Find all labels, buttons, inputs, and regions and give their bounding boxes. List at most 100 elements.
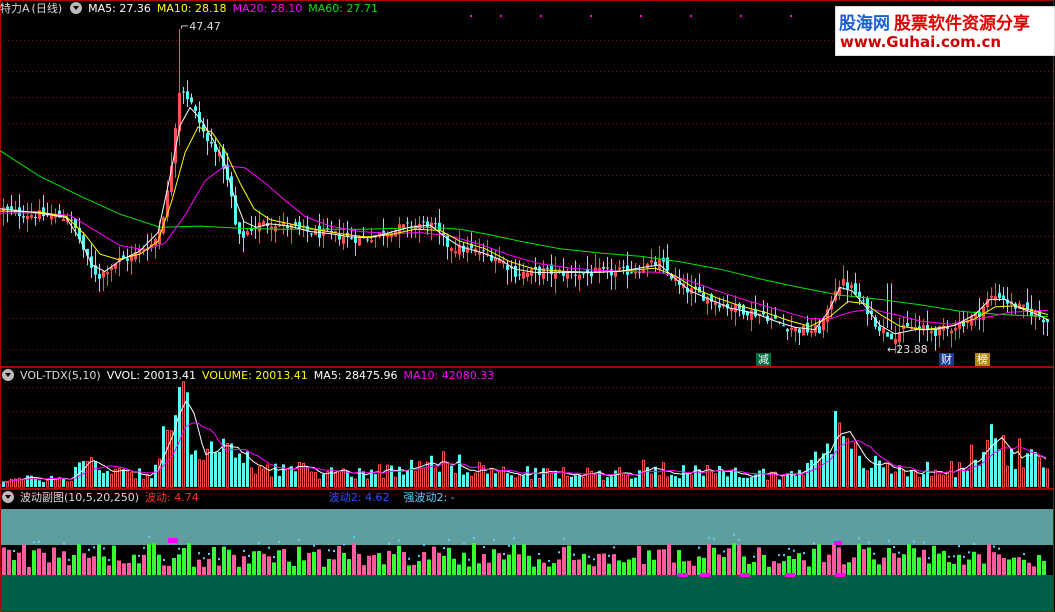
volume-bar-up	[894, 471, 897, 488]
volume-bar-up	[802, 475, 805, 488]
wave-marker	[740, 573, 750, 577]
wave-dot	[68, 558, 70, 561]
wave-bar	[962, 564, 966, 575]
volume-bar-down	[106, 471, 109, 487]
volume-bar-down	[1010, 448, 1013, 487]
volume-bar-up	[950, 461, 953, 488]
volume-bar-down	[154, 464, 157, 487]
candle-body-down	[818, 326, 821, 334]
wave-bar	[297, 546, 301, 575]
volume-bar-down	[522, 475, 525, 487]
wave-bar	[487, 562, 491, 575]
wave-bar	[492, 549, 496, 575]
volume-bar-down	[922, 474, 925, 487]
volume-bar-down	[554, 470, 557, 487]
candle-body-down	[182, 91, 185, 93]
wave-bar	[957, 554, 961, 575]
dropdown-triangle-icon[interactable]	[2, 369, 14, 381]
wave-bar	[572, 560, 576, 575]
wave-bar	[1042, 560, 1046, 575]
period-label[interactable]: (日线)	[32, 2, 63, 15]
wave-bar	[937, 553, 941, 575]
candle-body-down	[206, 133, 209, 142]
volume-bar-down	[798, 469, 801, 487]
candle-body-down	[854, 283, 857, 295]
volume-bar-down	[654, 466, 657, 487]
signal-dot	[540, 15, 542, 17]
wave-dot	[548, 559, 550, 562]
wave-bar	[222, 546, 226, 575]
wave-bar	[367, 555, 371, 575]
signal-dot	[740, 15, 742, 17]
wave-dot	[388, 542, 390, 545]
price-panel: 特力A (日线) MA5: 27.36 MA10: 28.18 MA20: 28.10 M…	[0, 0, 1055, 367]
volume-bar-up	[594, 474, 597, 488]
wave-bar	[952, 563, 956, 575]
volume-bar-down	[186, 392, 189, 487]
wave-bar	[72, 555, 76, 575]
candle-body-down	[446, 235, 449, 247]
tag-ranking[interactable]: 榜	[975, 353, 990, 366]
wave-marker	[678, 573, 688, 577]
volume-bar-up	[498, 471, 501, 488]
wave-dot	[203, 557, 205, 560]
wave-chart[interactable]	[0, 489, 1055, 612]
volume-bar-up	[354, 478, 357, 488]
volume-bar-down	[810, 459, 813, 487]
tag-reduce[interactable]: 减	[756, 353, 771, 366]
wave-bar	[867, 547, 871, 575]
volume-bar-up	[70, 480, 73, 488]
volume-bar-up	[938, 474, 941, 488]
volume-bar-down	[870, 467, 873, 487]
volume-bar-up	[550, 472, 553, 488]
wave-bar	[97, 544, 101, 575]
wave-dot	[893, 545, 895, 548]
volume-bar-up	[1046, 468, 1049, 488]
wave-bar	[997, 554, 1001, 575]
wave-bar	[422, 551, 426, 575]
wave-bar	[482, 554, 486, 575]
wave-bar	[32, 550, 36, 575]
wave-bar	[247, 563, 251, 575]
vol-ma10-label: MA10: 42080.33	[403, 369, 495, 382]
wave-dot	[103, 547, 105, 550]
stock-name[interactable]: 特力A	[0, 2, 30, 15]
wave-bar	[667, 544, 671, 575]
wave-bar	[112, 545, 116, 575]
wave-bar	[827, 554, 831, 575]
wave-dot	[503, 552, 505, 555]
wave-bar	[602, 553, 606, 575]
wave-dot	[753, 555, 755, 558]
volume-bar-down	[874, 455, 877, 487]
volume-bar-up	[854, 442, 857, 488]
wave-dot	[708, 536, 710, 539]
candle-body-down	[98, 273, 101, 279]
volume-bar-down	[978, 465, 981, 487]
wave-indicator[interactable]: 波动副图(10,5,20,250)	[20, 491, 139, 504]
volume-bar-down	[466, 472, 469, 487]
wave-bar	[127, 562, 131, 575]
dropdown-triangle-icon[interactable]	[2, 491, 14, 503]
wave-bar	[642, 563, 646, 575]
wave-dot	[608, 554, 610, 557]
wave-dot	[278, 540, 280, 543]
volume-bar-up	[1038, 457, 1041, 488]
wave-bar	[622, 562, 626, 575]
wave-bar	[542, 562, 546, 575]
volume-bar-down	[794, 475, 797, 487]
wave-bar	[417, 561, 421, 575]
volume-bar-down	[542, 468, 545, 487]
wave-dot	[898, 551, 900, 554]
volume-bar-down	[570, 476, 573, 487]
wave-bar	[777, 563, 781, 575]
candle-body-down	[846, 282, 849, 289]
volume-bar-up	[710, 470, 713, 488]
dropdown-triangle-icon[interactable]	[70, 2, 83, 14]
wave-bar	[662, 549, 666, 575]
volume-indicator[interactable]: VOL-TDX(5,10)	[20, 369, 101, 382]
ma10-label: MA10: 28.18	[156, 2, 227, 15]
volume-panel: VOL-TDX(5,10) VVOL: 20013.41 VOLUME: 20013…	[0, 367, 1055, 489]
wave-bar	[12, 560, 16, 575]
tag-finance[interactable]: 财	[939, 353, 954, 366]
volume-chart[interactable]	[0, 367, 1055, 489]
